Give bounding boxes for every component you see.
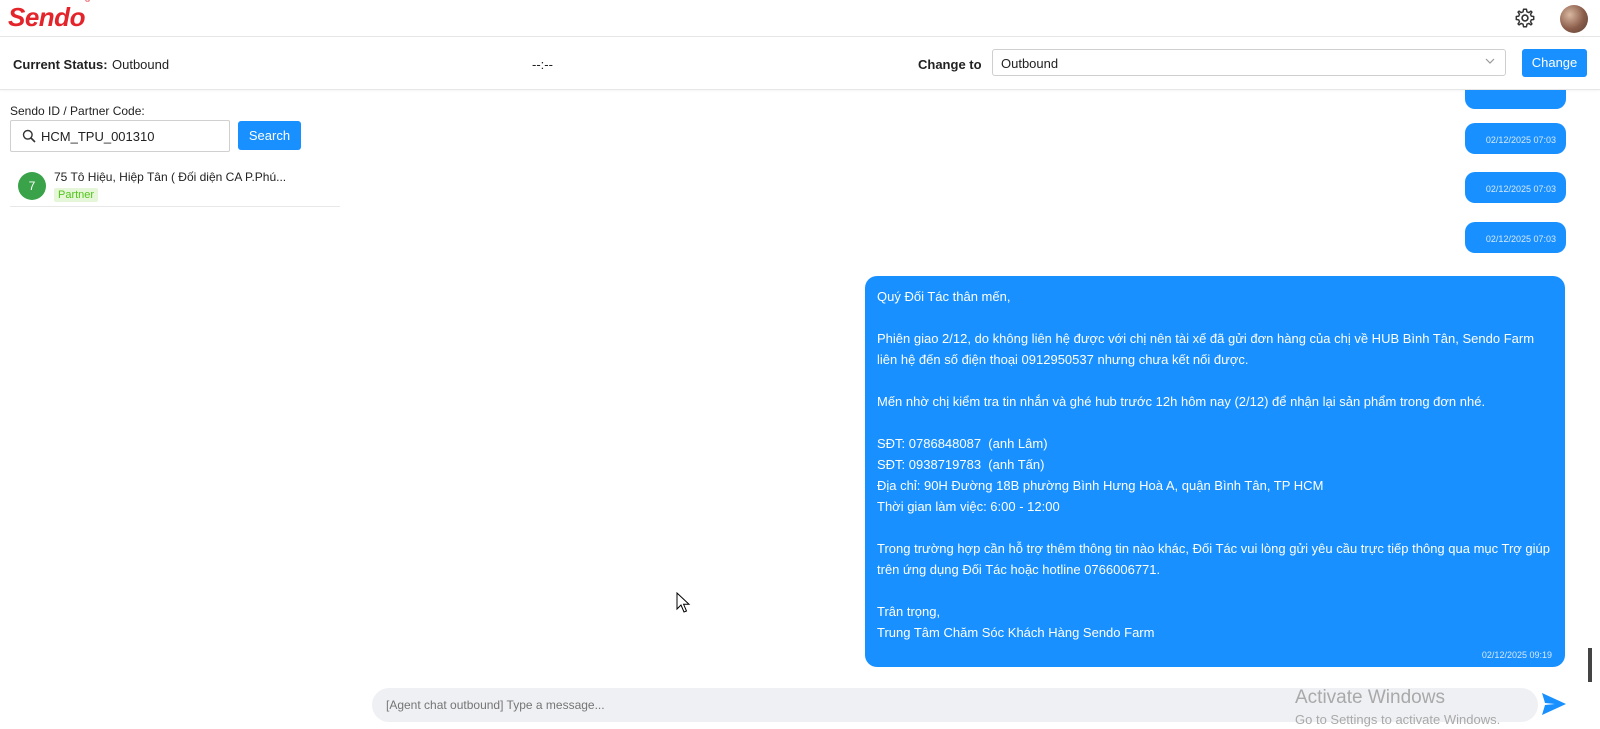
message-timestamp: 02/12/2025 09:19 <box>1481 650 1552 660</box>
message-timestamp: 02/12/2025 07:03 <box>1485 184 1556 194</box>
chat-bubble: 02/12/2025 07:03 <box>1465 172 1566 203</box>
left-panel: Sendo ID / Partner Code: Search 7 75 Tô … <box>0 90 345 729</box>
message-timestamp: 02/12/2025 07:03 <box>1485 234 1556 244</box>
change-status-button[interactable]: Change <box>1522 49 1587 77</box>
search-input[interactable] <box>41 127 221 145</box>
gear-icon[interactable] <box>1514 7 1536 29</box>
logo-registered-mark: ® <box>84 0 90 5</box>
mouse-cursor-icon <box>676 592 691 613</box>
status-select[interactable]: Outbound <box>992 49 1506 76</box>
current-status-label: Current Status: <box>13 57 108 72</box>
contact-badge: 7 <box>18 172 46 200</box>
user-avatar[interactable] <box>1560 5 1588 33</box>
logo-text: Sendo <box>8 2 85 32</box>
change-to-label: Change to <box>918 57 982 72</box>
chat-message-bubble: Quý Đối Tác thân mến, Phiên giao 2/12, d… <box>865 276 1565 667</box>
chat-bubble-partial <box>1465 90 1566 109</box>
search-field-label: Sendo ID / Partner Code: <box>10 104 145 118</box>
top-bar: Sendo® <box>0 0 1600 37</box>
search-box[interactable] <box>10 120 230 152</box>
chat-scrollbar[interactable] <box>1588 648 1592 682</box>
send-icon[interactable] <box>1540 690 1568 718</box>
chevron-down-icon <box>1485 58 1495 64</box>
chat-bubble: 02/12/2025 07:03 <box>1465 123 1566 154</box>
contact-list-item[interactable]: 7 75 Tô Hiệu, Hiệp Tân ( Đối diện CA P.P… <box>10 166 340 207</box>
activation-watermark-title: Activate Windows <box>1295 687 1445 708</box>
chat-bubble: 02/12/2025 07:03 <box>1465 222 1566 253</box>
sendo-logo[interactable]: Sendo® <box>8 0 90 33</box>
message-input[interactable] <box>386 696 1286 714</box>
status-timer: --:-- <box>532 57 553 72</box>
partner-tag: Partner <box>54 188 99 202</box>
message-timestamp: 02/12/2025 07:03 <box>1485 135 1556 145</box>
search-icon <box>22 129 36 143</box>
current-status-value: Outbound <box>112 57 170 72</box>
activation-watermark-subtitle: Go to Settings to activate Windows. <box>1295 712 1501 727</box>
contact-name: 75 Tô Hiệu, Hiệp Tân ( Đối diện CA P.Phú… <box>54 170 287 184</box>
message-body: Quý Đối Tác thân mến, Phiên giao 2/12, d… <box>877 289 1551 640</box>
status-select-value: Outbound <box>1001 56 1059 71</box>
search-button[interactable]: Search <box>238 121 301 150</box>
chat-thread[interactable]: 02/12/2025 07:03 02/12/2025 07:03 02/12/… <box>345 90 1600 676</box>
status-bar: Current Status: Outbound --:-- Change to… <box>0 37 1600 90</box>
